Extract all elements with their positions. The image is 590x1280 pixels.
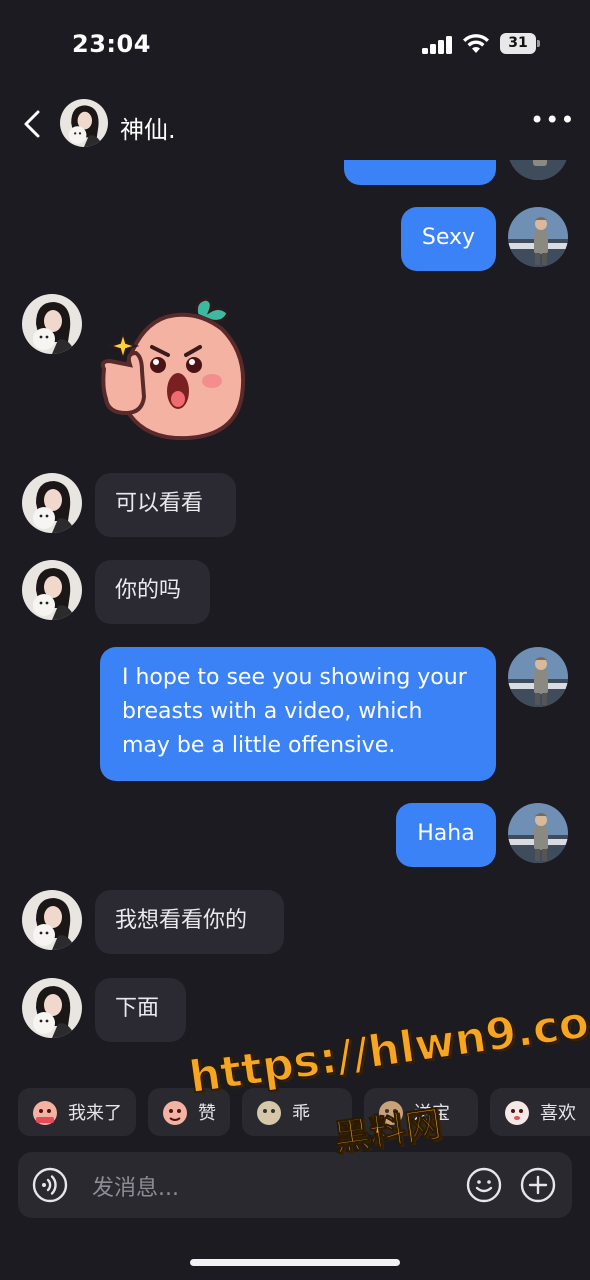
contact-avatar[interactable] [22,294,82,354]
sticker-icon [257,1101,281,1125]
emoji-icon[interactable] [466,1167,502,1203]
message-bubble: 下面 [95,978,186,1042]
back-arrow-icon[interactable] [20,108,48,140]
chat-header: 神仙. ••• [0,90,590,160]
message-bubble-cut [344,160,496,185]
sticker-icon [163,1101,187,1125]
contact-avatar[interactable] [22,560,82,620]
sticker-icon [505,1101,529,1125]
contact-avatar[interactable] [22,890,82,950]
message-bubble: 我想看看你的 [95,890,284,954]
message-bubble: 可以看看 [95,473,236,537]
message-bubble: Sexy [401,207,496,271]
contact-avatar[interactable] [60,99,108,147]
contact-name: 神仙. [120,116,176,144]
message-bubble: Haha [396,803,496,867]
status-bar: 23:04 31 [0,0,590,90]
my-avatar[interactable] [508,160,568,180]
quick-reply-label: 我来了 [68,1103,122,1124]
quick-reply-label: 赞 [198,1103,216,1124]
sticker-icon [33,1101,57,1125]
battery-icon: 31 [500,33,540,54]
wifi-icon [463,34,489,53]
add-attachment-icon[interactable] [520,1167,556,1203]
cellular-signal-icon [422,34,454,54]
status-time: 23:04 [72,30,151,58]
message-input[interactable]: 发消息... [92,1170,179,1202]
message-list[interactable]: Sexy 可以看看 你的吗 I hope to see you showing … [0,160,590,1080]
battery-level: 31 [500,33,536,54]
quick-reply-chip[interactable]: 我来了 [18,1088,136,1136]
message-bubble: 你的吗 [95,560,210,624]
home-indicator[interactable] [190,1259,400,1266]
quick-reply-chip[interactable]: 喜欢 [490,1088,590,1136]
my-avatar[interactable] [508,647,568,707]
sticker-image[interactable] [96,295,248,445]
contact-avatar[interactable] [22,473,82,533]
message-composer: 发消息... [18,1152,572,1218]
voice-input-icon[interactable] [32,1167,68,1203]
quick-reply-bar: 我来了 赞 乖 送宝 喜欢 [0,1088,590,1136]
my-avatar[interactable] [508,207,568,267]
contact-avatar[interactable] [22,978,82,1038]
message-bubble: I hope to see you showing your breasts w… [100,647,496,781]
my-avatar[interactable] [508,803,568,863]
quick-reply-label: 喜欢 [540,1103,576,1124]
quick-reply-label: 乖 [292,1103,310,1124]
more-options-icon[interactable]: ••• [530,108,574,138]
